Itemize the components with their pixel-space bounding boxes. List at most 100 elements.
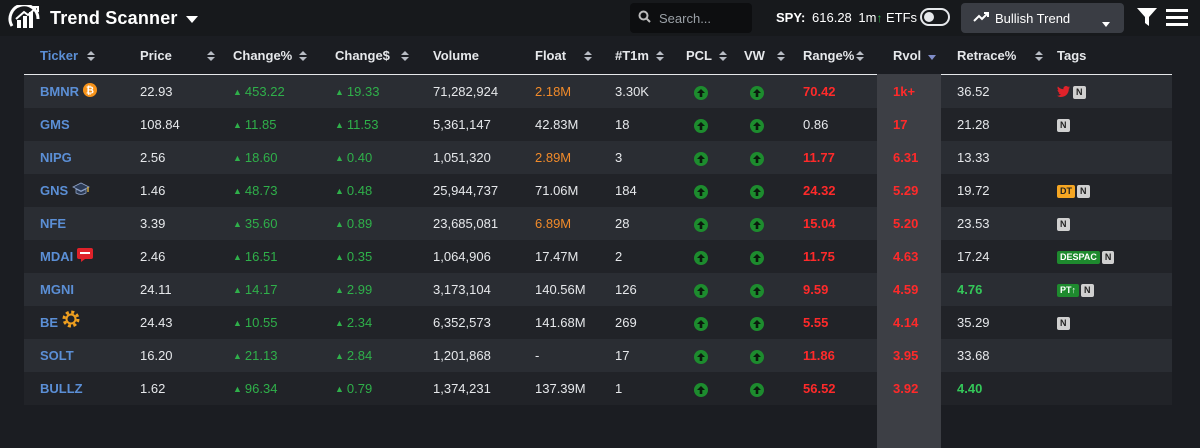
ticker-cell[interactable]: BULLZ [40, 372, 83, 405]
table-body: BMNR ₿ 22.93 ▲ 453.22 ▲ 19.33 71,282,924 2.18M 3.… [24, 75, 1172, 405]
ticker-symbol[interactable]: BMNR [40, 84, 79, 99]
tag-badge-despac[interactable]: DESPAC [1057, 251, 1100, 265]
change-dollar-value: 2.34 [346, 315, 373, 330]
sort-icon[interactable] [299, 51, 307, 61]
sort-descending-icon[interactable] [928, 51, 936, 61]
rvol-cell: 1k+ [893, 84, 916, 99]
column-header-price[interactable]: Price [140, 38, 172, 74]
table-row[interactable]: GMS 108.84 ▲ 11.85 ▲ 11.53 5,361,147 42.83M 18 0.… [24, 108, 1172, 141]
scanner-table: Ticker Price Change% Change$ Volume Float #T1m… [24, 38, 1172, 448]
volume-cell: 25,944,737 [433, 183, 499, 198]
tag-badge-dt[interactable]: DT [1057, 185, 1075, 199]
rvol-cell: 6.31 [893, 150, 919, 165]
vw-cell [750, 240, 764, 273]
tag-badge-n[interactable]: N [1101, 251, 1115, 265]
column-header-change-[interactable]: Change% [233, 38, 292, 74]
tag-badge-n[interactable]: N [1081, 284, 1094, 298]
table-row[interactable]: NIPG 2.56 ▲ 18.60 ▲ 0.40 1,051,320 2.89M 3 11.77 6… [24, 141, 1172, 174]
tag-badge-pt[interactable]: PT↑ [1057, 284, 1080, 298]
ticker-cell[interactable]: MDAI [40, 240, 94, 273]
rvol-cell: 3.95 [893, 348, 919, 363]
table-row[interactable]: NFE 3.39 ▲ 35.60 ▲ 0.89 23,685,081 6.89M 28 15.04… [24, 207, 1172, 240]
price-cell: 3.39 [140, 216, 166, 231]
ticker-symbol[interactable]: GMS [40, 117, 70, 132]
tag-badge-n[interactable]: N [1057, 317, 1070, 331]
up-triangle-icon: ▲ [233, 318, 242, 328]
pcl-cell [694, 372, 708, 405]
ticker-symbol[interactable]: NFE [40, 216, 66, 231]
change-percent-value: 453.22 [244, 84, 285, 99]
change-dollar-value: 0.89 [346, 216, 373, 231]
ticker-cell[interactable]: BMNR ₿ [40, 75, 97, 108]
column-header-pcl[interactable]: PCL [686, 38, 712, 74]
tag-badge-n[interactable]: N [1077, 185, 1090, 199]
brand[interactable]: Trend Scanner [8, 5, 198, 31]
chevron-down-icon[interactable] [185, 12, 198, 27]
filter-icon[interactable] [1136, 7, 1158, 30]
sort-icon[interactable] [207, 51, 215, 61]
sort-icon[interactable] [856, 51, 864, 61]
ticker-cell[interactable]: SOLT [40, 339, 74, 372]
table-row[interactable]: BE 24.43 ▲ 10.55 ▲ 2.34 6,352,573 141.68M 269 5.5… [24, 306, 1172, 339]
range-percent-cell: 9.59 [803, 282, 829, 297]
table-row[interactable]: GNS 1.46 ▲ 48.73 ▲ 0.48 25,944,737 71.06M 184 24.… [24, 174, 1172, 207]
tag-badge-n[interactable]: N [1073, 86, 1086, 100]
sort-icon[interactable] [777, 51, 785, 61]
ticker-symbol[interactable]: MDAI [40, 249, 73, 264]
ticker-cell[interactable]: MGNI [40, 273, 74, 306]
change-percent-cell: ▲ 11.85 [233, 108, 277, 141]
search-box[interactable] [630, 3, 752, 33]
table-row[interactable]: MDAI 2.46 ▲ 16.51 ▲ 0.35 1,064,906 17.47M 2 11.75… [24, 240, 1172, 273]
column-header-tags[interactable]: Tags [1057, 38, 1086, 74]
ticker-cell[interactable]: NIPG [40, 141, 72, 174]
sort-icon[interactable] [719, 51, 727, 61]
ticker-symbol[interactable]: SOLT [40, 348, 74, 363]
sort-icon[interactable] [656, 51, 664, 61]
trend-selector[interactable]: Bullish Trend [961, 3, 1124, 33]
table-row[interactable]: MGNI 24.11 ▲ 14.17 ▲ 2.99 3,173,104 140.56M 126 9… [24, 273, 1172, 306]
pcl-cell [694, 240, 708, 273]
sort-icon[interactable] [401, 51, 409, 61]
tag-badge-n[interactable]: N [1057, 119, 1070, 133]
volume-cell: 5,361,147 [433, 117, 491, 132]
ticker-cell[interactable]: GNS [40, 174, 91, 207]
column-header-ticker[interactable]: Ticker [40, 38, 78, 74]
column-header-rvol[interactable]: Rvol [893, 38, 921, 74]
table-row[interactable]: BMNR ₿ 22.93 ▲ 453.22 ▲ 19.33 71,282,924 2.18M 3.… [24, 75, 1172, 108]
column-header-volume[interactable]: Volume [433, 38, 479, 74]
ticker-symbol[interactable]: MGNI [40, 282, 74, 297]
ticker-symbol[interactable]: NIPG [40, 150, 72, 165]
hamburger-menu-icon[interactable] [1166, 8, 1188, 29]
column-header-retrace-[interactable]: Retrace% [957, 38, 1016, 74]
change-dollar-value: 19.33 [346, 84, 380, 99]
sort-icon[interactable] [1035, 51, 1043, 61]
search-input[interactable] [657, 9, 751, 27]
column-header-change-[interactable]: Change$ [335, 38, 390, 74]
rvol-cell: 4.59 [893, 282, 919, 297]
ticker-symbol[interactable]: BE [40, 315, 58, 330]
table-row[interactable]: SOLT 16.20 ▲ 21.13 ▲ 2.84 1,201,868-17 11.86 3.9… [24, 339, 1172, 372]
sort-icon[interactable] [87, 51, 95, 61]
price-cell: 108.84 [140, 117, 180, 132]
table-row[interactable]: BULLZ 1.62 ▲ 96.34 ▲ 0.79 1,374,231 137.39M 1 56.… [24, 372, 1172, 405]
column-header-vw[interactable]: VW [744, 38, 765, 74]
ticker-symbol[interactable]: BULLZ [40, 381, 83, 396]
tag-badge-n[interactable]: N [1057, 218, 1070, 232]
sort-icon[interactable] [584, 51, 592, 61]
column-header-range-[interactable]: Range% [803, 38, 854, 74]
range-percent-cell: 56.52 [803, 381, 836, 396]
up-triangle-icon: ▲ [335, 87, 344, 97]
etfs-toggle[interactable] [920, 8, 950, 26]
ticker-cell[interactable]: BE [40, 306, 80, 339]
retrace-percent-cell: 19.72 [957, 183, 990, 198]
volume-cell: 23,685,081 [433, 216, 499, 231]
range-percent-cell: 70.42 [803, 84, 836, 99]
ticker-cell[interactable]: NFE [40, 207, 66, 240]
change-percent-cell: ▲ 453.22 [233, 75, 285, 108]
ticker-symbol[interactable]: GNS [40, 183, 68, 198]
ticker-cell[interactable]: GMS [40, 108, 70, 141]
twitter-icon[interactable] [1057, 85, 1070, 100]
change-percent-value: 35.60 [244, 216, 278, 231]
column-header--t1m[interactable]: #T1m [615, 38, 649, 74]
column-header-float[interactable]: Float [535, 38, 566, 74]
